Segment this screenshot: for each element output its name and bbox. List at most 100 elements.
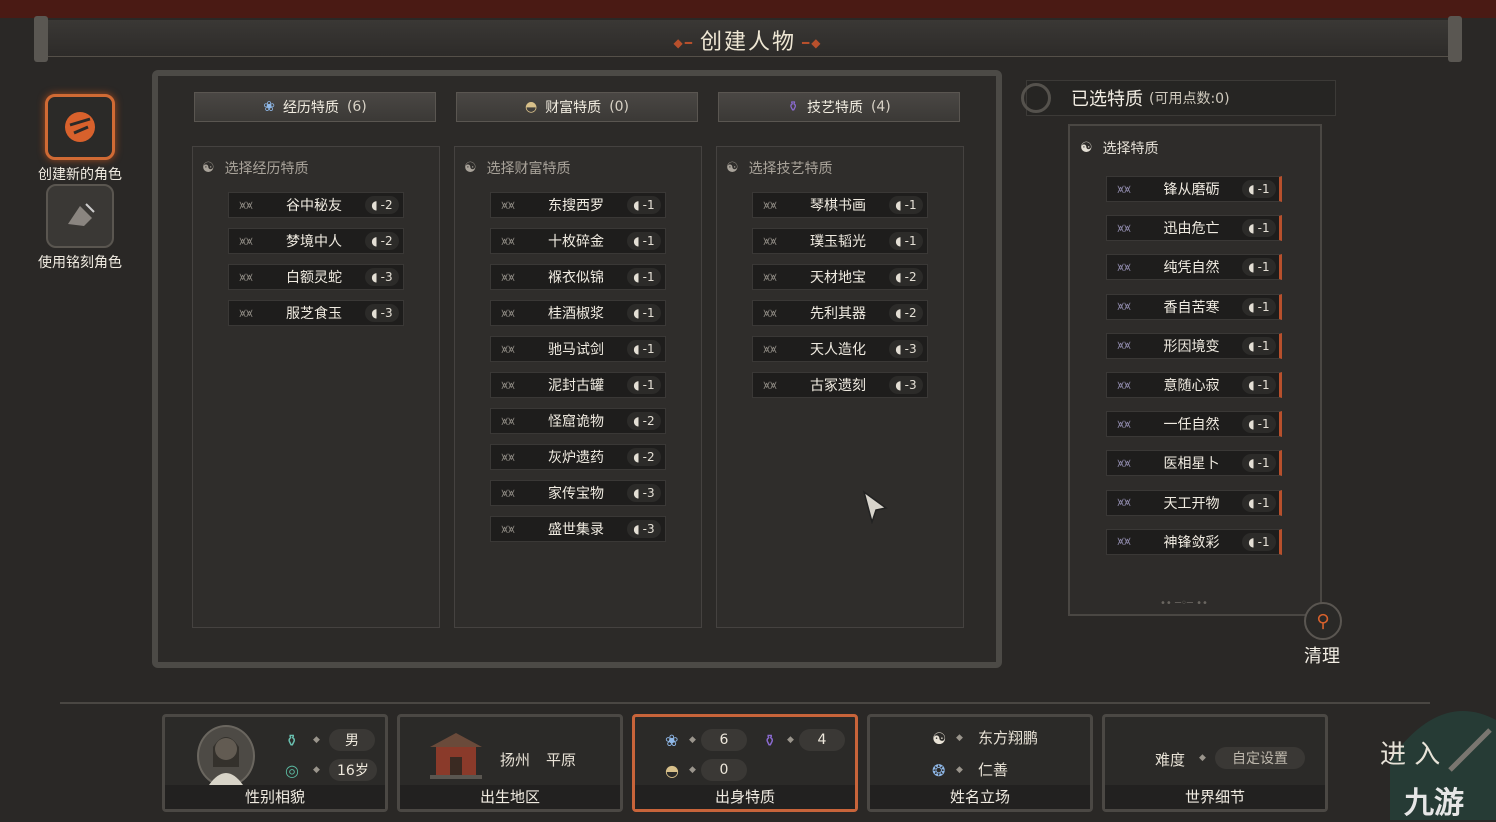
trait-item[interactable]: ⩙⩙ 古冢遗刻 ◖ -3 — [752, 372, 928, 398]
trait-name: 形因境变 — [1163, 338, 1220, 355]
tab-wealth-traits[interactable]: ◓ 财富特质 (0) — [456, 92, 698, 122]
brush-stroke-icon: ⩙⩙ — [501, 341, 515, 356]
trait-cost: ◖ -3 — [889, 340, 923, 358]
point-icon: ◖ — [633, 306, 640, 320]
trait-name: 天人造化 — [810, 342, 866, 358]
brush-stroke-icon: ⩙⩙ — [1117, 377, 1131, 392]
point-icon: ◖ — [371, 234, 378, 248]
trait-item[interactable]: ⩙⩙ 东搜西罗 ◖ -1 — [490, 192, 666, 218]
selected-traits-header: 已选特质 (可用点数:0) — [1021, 80, 1336, 116]
trait-cost-value: -1 — [1257, 378, 1270, 392]
trait-item[interactable]: ⩙⩙ 怪窟诡物 ◖ -2 — [490, 408, 666, 434]
trait-item[interactable]: ⩙⩙ 天工开物 ◖ -1 — [1106, 489, 1282, 516]
menu-create-new-character[interactable]: 创建新的角色 — [30, 94, 130, 184]
brush-stroke-icon: ⩙⩙ — [1117, 299, 1131, 314]
trait-cost-value: -1 — [1257, 456, 1270, 471]
separator-icon: ◆ — [787, 735, 794, 745]
trait-cost-value: -1 — [904, 234, 917, 248]
card-appearance[interactable]: ⚱ ◆ 男 ◎ ◆ 16岁 性别相貌 — [162, 714, 388, 812]
trait-cost-value: -1 — [1257, 534, 1270, 549]
point-icon: ◖ — [895, 270, 902, 284]
trait-item[interactable]: ⩙⩙ 神锋敛彩 ◖ -1 — [1106, 528, 1282, 555]
trait-item[interactable]: ⩙⩙ 梦境中人 ◖ -2 — [228, 228, 404, 254]
trait-item[interactable]: ⩙⩙ 一任自然 ◖ -1 — [1106, 411, 1282, 438]
trait-item[interactable]: ⩙⩙ 褓衣似锦 ◖ -1 — [490, 264, 666, 290]
point-icon: ◖ — [895, 378, 902, 392]
trait-item[interactable]: ⩙⩙ 璞玉韬光 ◖ -1 — [752, 228, 928, 254]
trait-cost: ◖ -1 — [1242, 376, 1276, 394]
trait-item[interactable]: ⩙⩙ 迅由危亡 ◖ -1 — [1106, 215, 1282, 242]
card-origin-traits[interactable]: ❀ ◆ 6 ⚱ ◆ 4 ◓ ◆ 0 出身特质 — [632, 714, 858, 812]
wealth-column-header: ☯ 选择财富特质 — [464, 160, 571, 177]
trait-item[interactable]: ⩙⩙ 盛世集录 ◖ -3 — [490, 516, 666, 542]
trait-name: 服芝食玉 — [286, 306, 342, 322]
trait-name: 谷中秘友 — [286, 198, 342, 214]
trait-name: 怪窟诡物 — [548, 414, 604, 430]
trait-cost-value: -1 — [1257, 338, 1270, 353]
wealth-count: 0 — [701, 759, 747, 781]
trait-item[interactable]: ⩙⩙ 纯凭自然 ◖ -1 — [1106, 254, 1282, 281]
tab-skill-traits[interactable]: ⚱ 技艺特质 (4) — [718, 92, 960, 122]
trait-item[interactable]: ⩙⩙ 先利其器 ◖ -2 — [752, 300, 928, 326]
card-label: 姓名立场 — [870, 785, 1090, 809]
trait-name: 一任自然 — [1163, 417, 1220, 434]
trait-item[interactable]: ⩙⩙ 意随心寂 ◖ -1 — [1106, 372, 1282, 398]
trait-name: 锋从磨砺 — [1163, 182, 1220, 198]
swirl-icon: ☯ — [726, 160, 739, 176]
trait-cost-value: -1 — [1257, 417, 1270, 432]
brush-stroke-icon: ⩙⩙ — [1117, 534, 1131, 549]
trait-item[interactable]: ⩙⩙ 谷中秘友 ◖ -2 — [228, 192, 404, 218]
diamond-right-icon: ━◆ — [802, 36, 823, 50]
trait-item[interactable]: ⩙⩙ 服芝食玉 ◖ -3 — [228, 300, 404, 326]
trait-name: 家传宝物 — [548, 486, 604, 502]
trait-cost: ◖ -1 — [627, 232, 661, 250]
trait-item[interactable]: ⩙⩙ 天材地宝 ◖ -2 — [752, 264, 928, 290]
trait-name: 桂酒椒浆 — [548, 306, 604, 322]
trait-cost-value: -3 — [904, 378, 917, 392]
brush-stroke-icon: ⩙⩙ — [763, 269, 777, 284]
trait-name: 白额灵蛇 — [286, 270, 342, 286]
trait-item[interactable]: ⩙⩙ 锋从磨砺 ◖ -1 — [1106, 176, 1282, 202]
card-birthplace[interactable]: 扬州 平原 出生地区 — [397, 714, 623, 812]
brush-stroke-icon: ⩙⩙ — [1117, 259, 1131, 274]
clear-label[interactable]: 清理 — [1304, 642, 1340, 668]
trait-cost-value: -3 — [380, 270, 393, 284]
trait-item[interactable]: ⩙⩙ 香自苦寒 ◖ -1 — [1106, 293, 1282, 320]
trait-item[interactable]: ⩙⩙ 桂酒椒浆 ◖ -1 — [490, 300, 666, 326]
trait-item[interactable]: ⩙⩙ 天人造化 ◖ -3 — [752, 336, 928, 362]
card-name-stance[interactable]: ☯ ◆ 东方翔鹏 ❂ ◆ 仁善 姓名立场 — [867, 714, 1093, 812]
trait-name: 琴棋书画 — [810, 198, 866, 214]
clear-button[interactable]: ⚲ — [1304, 602, 1342, 640]
trait-item[interactable]: ⩙⩙ 灰炉遗药 ◖ -2 — [490, 444, 666, 470]
menu-label: 使用铭刻角色 — [38, 255, 122, 271]
difficulty-value: 自定设置 — [1215, 747, 1305, 769]
point-icon: ◖ — [633, 522, 640, 536]
trait-item[interactable]: ⩙⩙ 十枚碎金 ◖ -1 — [490, 228, 666, 254]
trait-item[interactable]: ⩙⩙ 家传宝物 ◖ -3 — [490, 480, 666, 506]
trait-name: 褓衣似锦 — [548, 270, 604, 286]
trait-item[interactable]: ⩙⩙ 琴棋书画 ◖ -1 — [752, 192, 928, 218]
trait-item[interactable]: ⩙⩙ 白额灵蛇 ◖ -3 — [228, 264, 404, 290]
trait-cost: ◖ -1 — [627, 376, 661, 394]
menu-use-inscribed-character[interactable]: 使用铭刻角色 — [30, 184, 130, 272]
trait-item[interactable]: ⩙⩙ 形因境变 ◖ -1 — [1106, 332, 1282, 359]
point-icon: ◖ — [1248, 221, 1255, 236]
swirl-icon: ☯ — [464, 160, 477, 176]
trait-item[interactable]: ⩙⩙ 医相星卜 ◖ -1 — [1106, 450, 1282, 477]
brush-stroke-icon: ⩙⩙ — [501, 269, 515, 284]
page-dots: •• ─◦─ •• — [1160, 598, 1208, 609]
trait-name: 驰马试剑 — [548, 342, 604, 358]
trait-name: 先利其器 — [810, 306, 866, 322]
brush-stroke-icon: ⩙⩙ — [501, 197, 515, 212]
trait-item[interactable]: ⩙⩙ 泥封古罐 ◖ -1 — [490, 372, 666, 398]
trait-cost: ◖ -2 — [889, 268, 923, 286]
card-world-details[interactable]: 难度 ◆ 自定设置 世界细节 — [1102, 714, 1328, 812]
building-icon — [426, 729, 486, 781]
trait-item[interactable]: ⩙⩙ 驰马试剑 ◖ -1 — [490, 336, 666, 362]
trait-cost: ◖ -1 — [1242, 532, 1276, 551]
point-icon: ◖ — [1248, 456, 1255, 471]
ingot-icon: ◓ — [524, 99, 538, 115]
brush-stroke-icon: ⩙⩙ — [501, 413, 515, 428]
stance-icon: ❂ — [932, 761, 946, 780]
tab-experience-traits[interactable]: ❀ 经历特质 (6) — [194, 92, 436, 122]
